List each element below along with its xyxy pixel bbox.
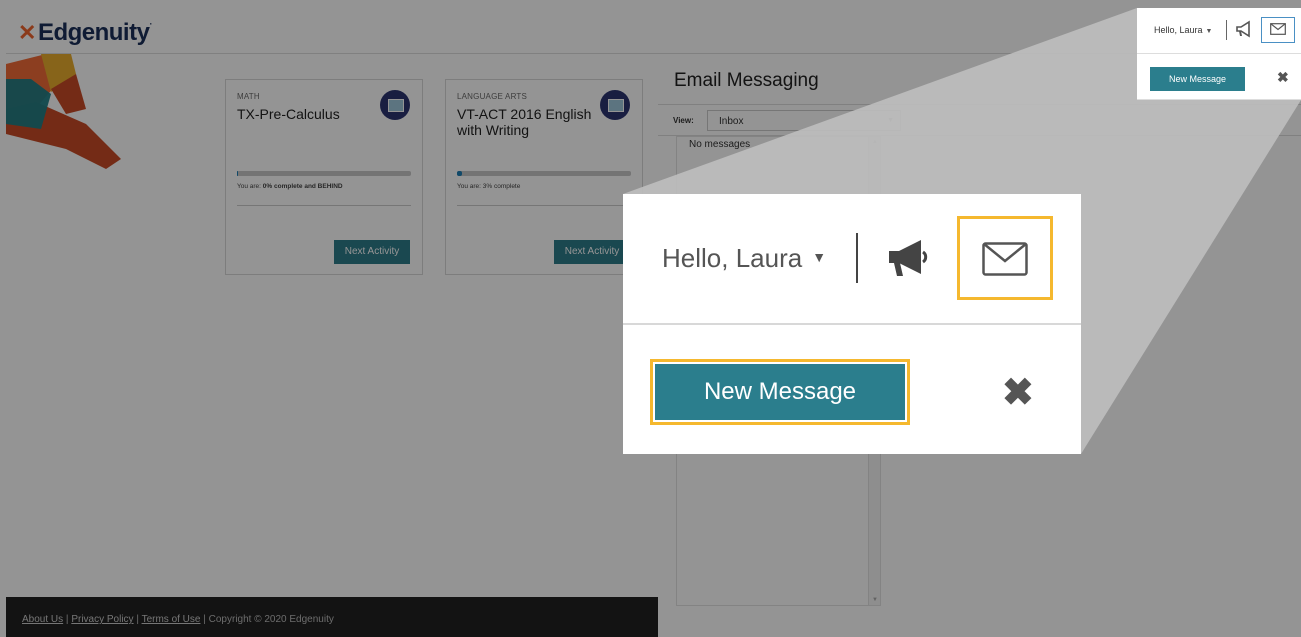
user-toolbar: Hello, Laura ▼ New Message ✖ bbox=[1137, 8, 1301, 100]
zoomed-separator bbox=[856, 233, 858, 283]
toolbar-divider bbox=[1137, 53, 1301, 54]
greeting-text: Hello, Laura bbox=[1154, 25, 1203, 35]
zoom-callout: Hello, Laura ▼ New Message ✖ bbox=[623, 194, 1081, 454]
zoomed-new-message-button: New Message bbox=[655, 364, 905, 420]
user-menu[interactable]: Hello, Laura ▼ bbox=[1154, 25, 1212, 35]
zoomed-envelope-icon bbox=[982, 242, 1028, 276]
zoomed-megaphone-icon bbox=[889, 240, 928, 276]
stage: ✕Edgenuity· MATH TX-Pre-Calculus You are… bbox=[0, 0, 1301, 637]
close-icon[interactable]: ✖ bbox=[1277, 69, 1289, 86]
zoomed-new-message-highlight: New Message bbox=[650, 359, 910, 425]
zoomed-greeting-text: Hello, Laura bbox=[662, 243, 803, 273]
caret-down-icon: ▼ bbox=[1205, 28, 1213, 35]
zoomed-close-icon: ✖ bbox=[1002, 372, 1034, 414]
toolbar-separator bbox=[1226, 20, 1227, 40]
zoomed-mail-button-highlight bbox=[957, 216, 1053, 300]
zoomed-caret-down-icon: ▼ bbox=[812, 249, 827, 265]
mail-button[interactable] bbox=[1261, 17, 1295, 43]
megaphone-icon[interactable] bbox=[1235, 19, 1255, 39]
zoomed-user-menu: Hello, Laura ▼ bbox=[662, 243, 826, 274]
zoomed-divider bbox=[623, 323, 1081, 325]
new-message-button[interactable]: New Message bbox=[1150, 67, 1245, 91]
envelope-icon bbox=[1270, 23, 1286, 35]
